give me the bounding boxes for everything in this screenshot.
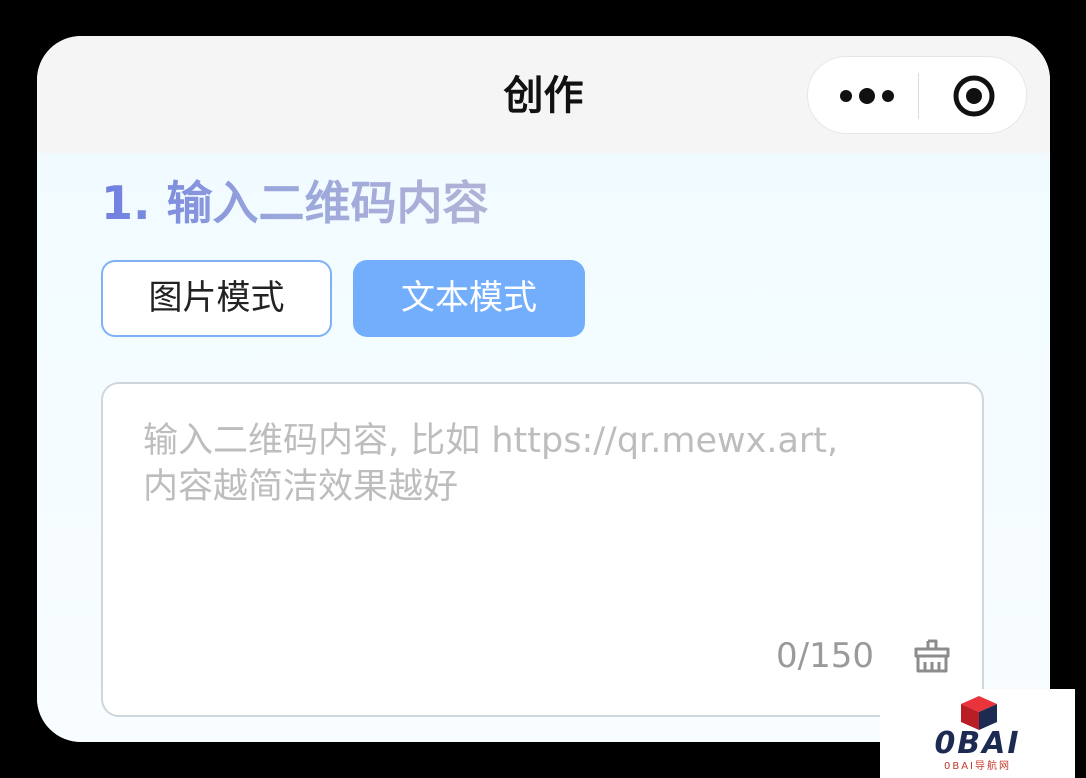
textarea-placeholder: 输入二维码内容, 比如 https://qr.mewx.art, 内容越简洁效果… bbox=[143, 421, 839, 507]
capsule-divider bbox=[918, 73, 919, 119]
navigation-bar: 创作 bbox=[37, 36, 1050, 153]
more-dots-icon[interactable] bbox=[838, 87, 896, 105]
content-area: 1. 输入二维码内容 图片模式 文本模式 输入二维码内容, 比如 https:/… bbox=[37, 153, 1050, 742]
image-mode-button[interactable]: 图片模式 bbox=[101, 260, 332, 337]
target-close-icon[interactable] bbox=[952, 74, 996, 118]
character-counter: 0/150 bbox=[776, 636, 874, 676]
watermark-logo-text: 0BAI bbox=[934, 726, 1021, 761]
text-mode-button[interactable]: 文本模式 bbox=[353, 260, 585, 337]
watermark-subtext: 0BAI导航网 bbox=[943, 761, 1011, 772]
capsule-menu bbox=[807, 56, 1027, 134]
section-title: 1. 输入二维码内容 bbox=[101, 176, 489, 230]
watermark-logo: 0BAI 0BAI导航网 bbox=[880, 689, 1075, 778]
mini-program-window: 创作 1. 输入二维码内容 图片模式 文本模式 输入二维码内容, 比如 http… bbox=[37, 36, 1050, 742]
qr-content-textarea[interactable]: 输入二维码内容, 比如 https://qr.mewx.art, 内容越简洁效果… bbox=[101, 382, 984, 717]
broom-clear-icon[interactable] bbox=[913, 638, 951, 674]
